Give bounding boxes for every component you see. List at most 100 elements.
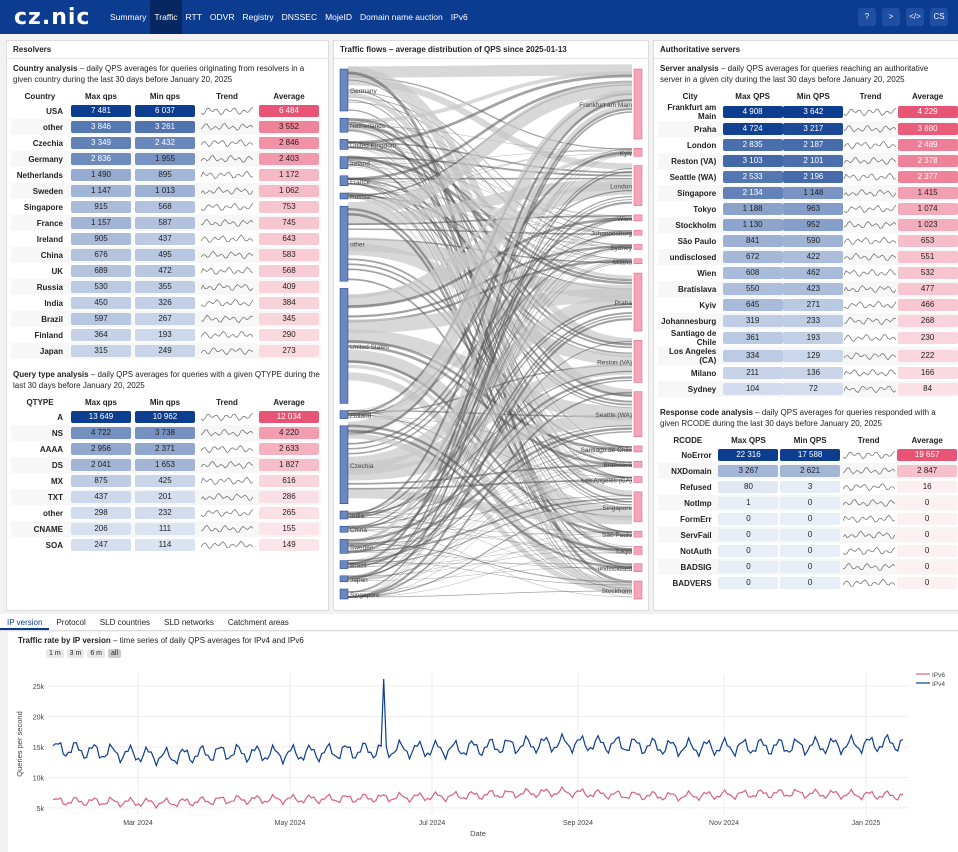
source-node-japan[interactable]: [339, 575, 349, 583]
source-node-india[interactable]: [339, 510, 349, 520]
target-node-johannesburg[interactable]: [633, 229, 643, 236]
target-node-undisclosed[interactable]: [633, 563, 643, 572]
col-header-rcode[interactable]: RCODE: [658, 433, 718, 447]
target-node-bratislava[interactable]: [633, 460, 643, 468]
target-node-los-angeles-ca[interactable]: [633, 476, 643, 483]
target-label: Milano: [613, 259, 633, 266]
source-node-netherlands[interactable]: [339, 117, 349, 133]
col-header-max-qps[interactable]: Max QPS: [718, 433, 780, 447]
target-node-singapore[interactable]: [633, 491, 643, 523]
col-header-max-qps[interactable]: Max qps: [69, 395, 133, 409]
tab-sld-networks[interactable]: SLD networks: [157, 614, 221, 630]
max-value: 3 103: [722, 155, 783, 167]
nav-item-rtt[interactable]: RTT: [182, 0, 206, 34]
source-node-finland[interactable]: [339, 410, 349, 419]
target-node-tokyo[interactable]: [633, 546, 643, 555]
nav-item-domain-name-auction[interactable]: Domain name auction: [356, 0, 447, 34]
help-icon[interactable]: ?: [858, 8, 876, 26]
target-node-stockholm[interactable]: [633, 580, 643, 600]
target-node-london[interactable]: [633, 165, 643, 206]
col-header-min-qps[interactable]: Min QPS: [779, 433, 841, 447]
target-node-sydney[interactable]: [633, 244, 643, 250]
target-node-kyiv[interactable]: [633, 148, 643, 157]
col-header-qtype[interactable]: QTYPE: [11, 395, 69, 409]
col-header-average[interactable]: Average: [896, 433, 958, 447]
tab-ip-version[interactable]: IP version: [0, 614, 50, 630]
col-header-trend[interactable]: Trend: [844, 89, 897, 103]
target-node-reston-va[interactable]: [633, 340, 643, 383]
col-header-min-qps[interactable]: Min qps: [133, 395, 197, 409]
nav-item-dnssec[interactable]: DNSSEC: [278, 0, 321, 34]
row-label: Tokyo: [693, 204, 717, 214]
min-value: 963: [783, 203, 844, 215]
target-node-s-o-paulo[interactable]: [633, 530, 643, 538]
col-header-city[interactable]: City: [658, 89, 722, 103]
col-header-average[interactable]: Average: [257, 89, 321, 103]
source-node-sweden[interactable]: [339, 539, 349, 554]
target-node-seattle-wa[interactable]: [633, 391, 643, 437]
col-header-average[interactable]: Average: [257, 395, 321, 409]
target-node-milano[interactable]: [633, 258, 643, 265]
trend-sparkline: [200, 331, 254, 339]
source-label: Ireland: [350, 161, 370, 168]
col-header-trend[interactable]: Trend: [197, 395, 257, 409]
trend-sparkline: [844, 156, 897, 165]
legend-ipv4[interactable]: IPv4: [932, 681, 945, 688]
target-node-wien[interactable]: [633, 214, 643, 222]
max-value: 1 490: [71, 169, 131, 181]
average-value: 0: [897, 513, 958, 525]
nav-item-odvr[interactable]: ODVR: [206, 0, 239, 34]
source-node-czechia[interactable]: [339, 425, 349, 505]
target-node-santiago-de-chile[interactable]: [633, 445, 643, 453]
source-node-united-kingdom[interactable]: [339, 139, 349, 150]
col-header-min-qps[interactable]: Min qps: [133, 89, 197, 103]
col-header-min-qps[interactable]: Min QPS: [783, 89, 844, 103]
average-value: 653: [897, 235, 958, 247]
row-label: Ireland: [36, 234, 63, 244]
col-header-max-qps[interactable]: Max QPS: [722, 89, 783, 103]
series-line-ipv4: [52, 678, 904, 768]
legend-ipv6[interactable]: IPv6: [932, 672, 945, 679]
language-button[interactable]: CS: [930, 8, 948, 26]
tab-protocol[interactable]: Protocol: [49, 614, 92, 630]
max-value: 915: [71, 201, 131, 213]
source-node-china[interactable]: [339, 525, 349, 533]
code-icon[interactable]: </>: [906, 8, 924, 26]
tab-sld-countries[interactable]: SLD countries: [93, 614, 157, 630]
max-value: 905: [71, 233, 131, 245]
range-1-m-button[interactable]: 1 m: [46, 649, 64, 658]
target-node-frankfurt-am-main[interactable]: [633, 68, 643, 140]
source-node-germany[interactable]: [339, 68, 349, 112]
col-header-trend[interactable]: Trend: [841, 433, 896, 447]
source-node-ireland[interactable]: [339, 156, 349, 169]
tab-catchment-areas[interactable]: Catchment areas: [221, 614, 296, 630]
source-node-russia[interactable]: [339, 192, 349, 200]
cznic-logo[interactable]: cz.nic: [14, 5, 106, 30]
source-node-singapore[interactable]: [339, 588, 349, 600]
max-value: 364: [71, 329, 131, 341]
terminal-icon[interactable]: >: [882, 8, 900, 26]
col-header-country[interactable]: Country: [11, 89, 69, 103]
trend-sparkline: [844, 141, 897, 150]
source-label: Germany: [350, 88, 377, 95]
nav-item-traffic[interactable]: Traffic: [150, 0, 182, 34]
max-value: 1 147: [71, 185, 131, 197]
range-3-m-button[interactable]: 3 m: [66, 649, 85, 658]
row-label: DS: [11, 457, 69, 473]
col-header-average[interactable]: Average: [897, 89, 958, 103]
source-node-united-states[interactable]: [339, 288, 349, 404]
trend-sparkline: [200, 413, 254, 422]
x-tick-label: Nov 2024: [709, 820, 739, 827]
range-all-button[interactable]: all: [108, 649, 122, 658]
nav-item-mojeid[interactable]: MojeID: [321, 0, 356, 34]
target-node-praha[interactable]: [633, 272, 643, 332]
nav-item-ipv6[interactable]: IPv6: [447, 0, 472, 34]
nav-item-registry[interactable]: Registry: [238, 0, 277, 34]
col-header-trend[interactable]: Trend: [197, 89, 257, 103]
range-6-m-button[interactable]: 6 m: [87, 649, 106, 658]
col-header-max-qps[interactable]: Max qps: [69, 89, 133, 103]
nav-item-summary[interactable]: Summary: [106, 0, 150, 34]
source-node-brazil[interactable]: [339, 560, 349, 569]
source-node-france[interactable]: [339, 175, 349, 187]
source-node-other[interactable]: [339, 205, 349, 282]
